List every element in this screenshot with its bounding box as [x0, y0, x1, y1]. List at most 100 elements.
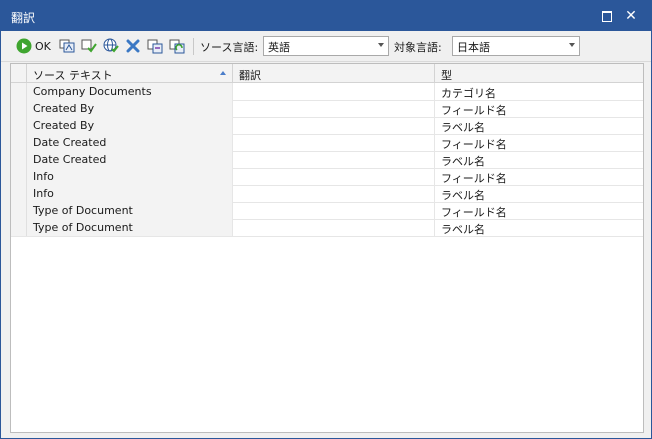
type-cell-text: フィールド名	[441, 104, 507, 117]
import-button[interactable]	[147, 37, 163, 55]
source-language-value: 英語	[268, 41, 290, 54]
chevron-down-icon	[378, 43, 384, 47]
row-header[interactable]	[11, 134, 27, 151]
maximize-button[interactable]	[597, 6, 617, 26]
source-text-cell-text: Company Documents	[33, 85, 152, 98]
table-row[interactable]: Type of Document ラベル名	[11, 219, 643, 237]
type-cell-text: ラベル名	[441, 189, 485, 202]
source-text-cell: Info	[27, 185, 233, 202]
type-cell: フィールド名	[435, 168, 643, 185]
type-cell: フィールド名	[435, 134, 643, 151]
source-text-cell-text: Type of Document	[33, 221, 133, 234]
column-header-label: ソース テキスト	[33, 69, 113, 82]
close-icon: ✕	[625, 8, 637, 24]
translation-cell[interactable]	[233, 117, 435, 134]
type-cell-text: フィールド名	[441, 172, 507, 185]
grid-header: ソース テキスト 翻訳 型	[11, 64, 643, 83]
target-language-label: 対象言語:	[394, 41, 442, 54]
source-text-cell: Type of Document	[27, 219, 233, 236]
import-icon	[147, 38, 163, 54]
type-cell-text: ラベル名	[441, 121, 485, 134]
check-icon	[81, 38, 97, 54]
row-header[interactable]	[11, 151, 27, 168]
close-button[interactable]: ✕	[621, 6, 641, 26]
type-cell: フィールド名	[435, 100, 643, 117]
translation-cell[interactable]	[233, 83, 435, 100]
source-text-cell-text: Info	[33, 170, 54, 183]
table-row[interactable]: Info フィールド名	[11, 168, 643, 186]
table-row[interactable]: Date Created フィールド名	[11, 134, 643, 152]
source-text-cell: Created By	[27, 100, 233, 117]
column-header-label: 翻訳	[239, 69, 261, 82]
type-cell-text: ラベル名	[441, 223, 485, 236]
title-bar: 翻訳 ✕	[1, 1, 651, 31]
translate-icon	[59, 38, 75, 54]
column-header-source[interactable]: ソース テキスト	[27, 64, 233, 82]
row-header[interactable]	[11, 83, 27, 100]
row-header[interactable]	[11, 185, 27, 202]
translation-window: 翻訳 ✕ OK ソース言語: 英語 対象言語: 日本語 ソース テキスト 翻訳 …	[0, 0, 652, 439]
ok-label: OK	[35, 39, 51, 53]
source-text-cell-text: Date Created	[33, 153, 107, 166]
source-text-cell: Type of Document	[27, 202, 233, 219]
source-text-cell-text: Created By	[33, 102, 95, 115]
source-text-cell-text: Type of Document	[33, 204, 133, 217]
maximize-icon	[602, 10, 612, 22]
row-header[interactable]	[11, 117, 27, 134]
column-header-label: 型	[441, 69, 452, 82]
source-text-cell: Date Created	[27, 134, 233, 151]
row-header[interactable]	[11, 219, 27, 236]
table-row[interactable]: Created By フィールド名	[11, 100, 643, 118]
target-language-select[interactable]: 日本語	[452, 36, 580, 56]
target-language-value: 日本語	[457, 41, 490, 54]
table-row[interactable]: Company Documents カテゴリ名	[11, 83, 643, 101]
translation-cell[interactable]	[233, 202, 435, 219]
row-header[interactable]	[11, 202, 27, 219]
translation-cell[interactable]	[233, 100, 435, 117]
toolbar: OK ソース言語: 英語 対象言語: 日本語	[1, 31, 651, 62]
translation-cell[interactable]	[233, 219, 435, 236]
delete-icon	[125, 38, 141, 54]
translation-cell[interactable]	[233, 134, 435, 151]
table-row[interactable]: Info ラベル名	[11, 185, 643, 203]
check-translation-button[interactable]	[81, 37, 97, 55]
type-cell: フィールド名	[435, 202, 643, 219]
source-text-cell: Info	[27, 168, 233, 185]
table-row[interactable]: Date Created ラベル名	[11, 151, 643, 169]
translate-button[interactable]	[59, 37, 75, 55]
type-cell: カテゴリ名	[435, 83, 643, 100]
ok-button[interactable]: OK	[16, 37, 51, 55]
source-text-cell-text: Created By	[33, 119, 95, 132]
table-row[interactable]: Type of Document フィールド名	[11, 202, 643, 220]
table-row[interactable]: Created By ラベル名	[11, 117, 643, 135]
source-language-label: ソース言語:	[200, 41, 259, 54]
row-header[interactable]	[11, 168, 27, 185]
source-language-select[interactable]: 英語	[263, 36, 389, 56]
export-button[interactable]	[169, 37, 185, 55]
source-text-cell-text: Date Created	[33, 136, 107, 149]
source-text-cell: Date Created	[27, 151, 233, 168]
type-cell: ラベル名	[435, 151, 643, 168]
window-title: 翻訳	[11, 11, 36, 25]
type-cell-text: カテゴリ名	[441, 87, 496, 100]
type-cell: ラベル名	[435, 185, 643, 202]
type-cell-text: フィールド名	[441, 138, 507, 151]
toolbar-separator	[193, 38, 194, 55]
translation-cell[interactable]	[233, 168, 435, 185]
source-text-cell-text: Info	[33, 187, 54, 200]
sort-ascending-icon	[220, 71, 226, 75]
source-text-cell: Created By	[27, 117, 233, 134]
play-icon	[16, 38, 32, 54]
globe-icon	[103, 38, 119, 54]
row-header[interactable]	[11, 100, 27, 117]
export-icon	[169, 38, 185, 54]
type-cell-text: ラベル名	[441, 155, 485, 168]
web-translate-button[interactable]	[103, 37, 119, 55]
delete-button[interactable]	[125, 37, 141, 55]
type-cell-text: フィールド名	[441, 206, 507, 219]
chevron-down-icon	[569, 43, 575, 47]
translation-cell[interactable]	[233, 185, 435, 202]
column-header-type[interactable]: 型	[435, 64, 643, 82]
translation-cell[interactable]	[233, 151, 435, 168]
column-header-translation[interactable]: 翻訳	[233, 64, 435, 82]
